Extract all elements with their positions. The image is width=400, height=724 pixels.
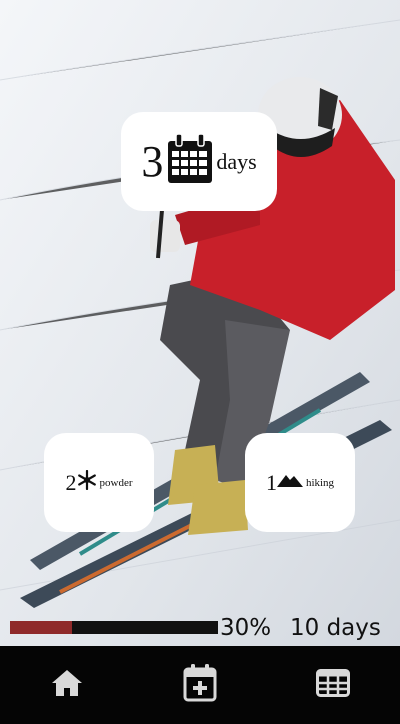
- season-progress: 30% 10 days: [0, 615, 400, 645]
- calendar-icon: [166, 133, 214, 190]
- calendar-add-icon: [183, 663, 217, 707]
- progress-goal: 10 days: [290, 615, 381, 641]
- table-grid-icon: [316, 668, 351, 702]
- hiking-count-card[interactable]: 1 hiking: [245, 433, 355, 532]
- home-icon: [50, 668, 84, 703]
- progress-fill: [10, 621, 73, 634]
- days-count-value: 3: [141, 136, 164, 186]
- powder-count-card[interactable]: 2 powder: [44, 433, 154, 532]
- nav-table-button[interactable]: [293, 655, 373, 715]
- hiking-label: hiking: [305, 476, 335, 489]
- skier-photo: [0, 0, 400, 646]
- hero-background: 3 days 2 powder 1 hiking 30% 10 days: [0, 0, 400, 646]
- bottom-nav: [0, 646, 400, 724]
- nav-home-button[interactable]: [27, 655, 107, 715]
- hiking-count-value: 1: [265, 469, 277, 495]
- progress-percent: 30%: [220, 615, 272, 641]
- mountain-icon: [276, 472, 303, 493]
- progress-track: [10, 621, 218, 634]
- days-count-card[interactable]: 3 days: [121, 112, 277, 211]
- powder-count-value: 2: [65, 469, 77, 495]
- powder-label: powder: [99, 476, 133, 489]
- nav-add-day-button[interactable]: [160, 655, 240, 715]
- snowflake-icon: [77, 469, 97, 495]
- days-label: days: [216, 148, 257, 174]
